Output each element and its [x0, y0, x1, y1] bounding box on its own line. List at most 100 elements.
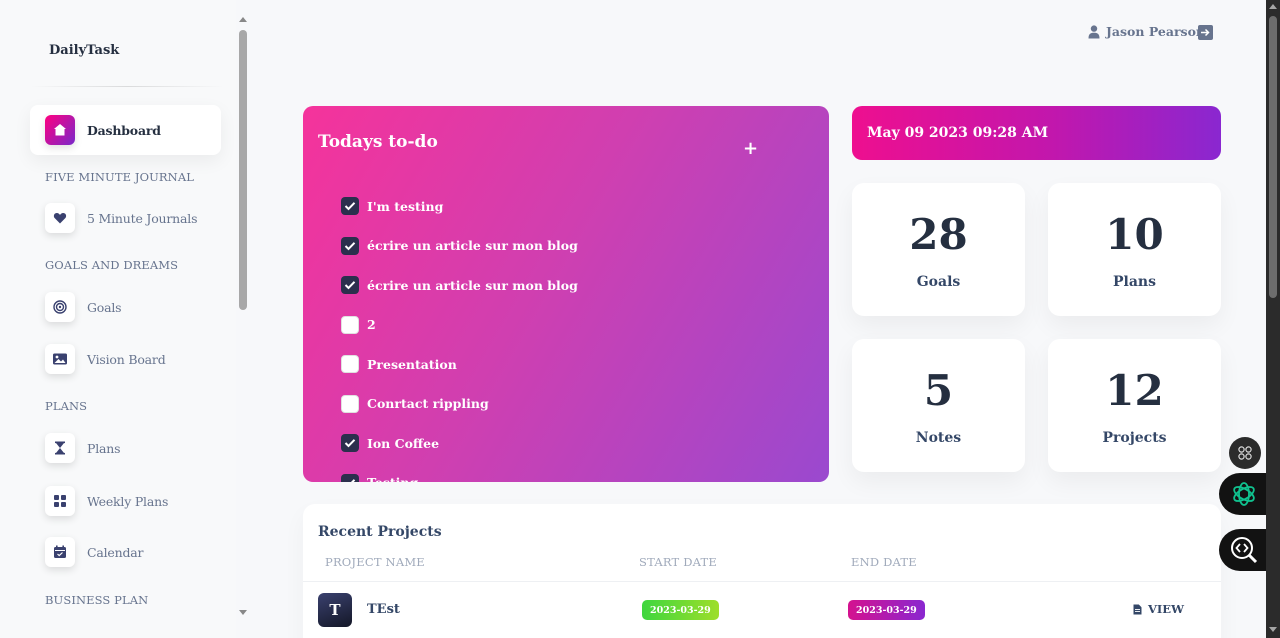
sidebar-item-calendar[interactable]: Calendar — [30, 527, 221, 577]
user-icon — [1088, 24, 1100, 38]
sidebar-item-label: 5 Minute Journals — [87, 210, 198, 226]
scroll-up-arrow-icon[interactable] — [1269, 4, 1277, 9]
sidebar: DailyTask Dashboard FIVE MINUTE JOURNAL … — [0, 0, 236, 638]
sidebar-item-label: Weekly Plans — [87, 493, 169, 509]
recent-projects-title: Recent Projects — [318, 524, 442, 540]
sidebar-item-label: Calendar — [87, 544, 144, 560]
start-date-badge: 2023-03-29 — [642, 600, 719, 620]
sidebar-item-dashboard[interactable]: Dashboard — [30, 105, 221, 155]
section-title: BUSINESS PLAN — [45, 593, 149, 607]
stat-card-projects[interactable]: 12 Projects — [1048, 339, 1221, 472]
todo-text: Testing — [367, 475, 418, 482]
todo-text: 2 — [367, 317, 376, 332]
stat-label: Goals — [916, 274, 961, 290]
calendar-icon — [45, 537, 75, 567]
todo-checkbox[interactable] — [341, 434, 359, 452]
todo-item[interactable]: Presentation — [341, 354, 457, 374]
todo-text: écrire un article sur mon blog — [367, 238, 578, 253]
divider — [303, 581, 1221, 582]
stat-value: 10 — [1105, 210, 1164, 259]
home-icon — [45, 115, 75, 145]
document-icon — [1133, 604, 1142, 614]
stat-label: Projects — [1102, 430, 1167, 446]
todo-checkbox[interactable] — [341, 394, 359, 413]
sidebar-item-label: Dashboard — [87, 122, 161, 138]
todo-item[interactable]: Ion Coffee — [341, 433, 439, 453]
todo-text: Presentation — [367, 356, 457, 372]
todo-text: écrire un article sur mon blog — [367, 277, 578, 293]
apps-icon — [1238, 446, 1252, 460]
scroll-down-arrow-icon[interactable] — [1269, 627, 1277, 632]
todo-item[interactable]: Conrtact rippling — [341, 394, 489, 414]
todo-item[interactable]: I'm testing — [341, 196, 443, 216]
scrollbar-thumb[interactable] — [1269, 16, 1277, 298]
user-menu[interactable]: Jason Pearson — [1088, 24, 1205, 39]
view-label: VIEW — [1148, 602, 1184, 616]
user-name: Jason Pearson — [1106, 24, 1205, 39]
view-project-button[interactable]: VIEW — [1133, 602, 1184, 616]
sidebar-scrollbar[interactable] — [236, 12, 250, 622]
chatgpt-widget-button[interactable] — [1219, 473, 1269, 515]
stat-label: Notes — [915, 430, 962, 446]
sidebar-item-label: Vision Board — [87, 351, 166, 367]
sidebar-item-label: Goals — [87, 299, 122, 315]
sidebar-item-goals[interactable]: Goals — [30, 282, 221, 332]
target-icon — [45, 292, 75, 322]
todo-text: I'm testing — [367, 198, 444, 214]
code-search-icon — [1231, 537, 1258, 564]
grid-icon — [45, 486, 75, 516]
column-header-end-date: END DATE — [851, 555, 917, 569]
todo-checkbox[interactable] — [341, 197, 359, 215]
datetime-card: May 09 2023 09:28 AM — [852, 106, 1221, 160]
todo-card: Todays to-do + I'm testing écrire un arti… — [303, 106, 829, 482]
column-header-project-name: PROJECT NAME — [325, 555, 425, 569]
stat-card-plans[interactable]: 10 Plans — [1048, 183, 1221, 316]
stat-card-notes[interactable]: 5 Notes — [852, 339, 1025, 472]
section-title: GOALS AND DREAMS — [45, 258, 179, 272]
logout-icon[interactable] — [1198, 25, 1213, 40]
todo-item[interactable]: 2 — [341, 315, 376, 335]
todo-checkbox[interactable] — [341, 276, 359, 294]
current-datetime: May 09 2023 09:28 AM — [867, 125, 1049, 141]
todo-item[interactable]: Testing — [341, 473, 418, 482]
stat-value: 12 — [1105, 366, 1164, 415]
scroll-up-arrow-icon[interactable] — [239, 17, 247, 22]
sidebar-item-label: Plans — [87, 440, 121, 456]
section-title: PLANS — [45, 399, 88, 413]
todo-item[interactable]: écrire un article sur mon blog — [341, 275, 578, 295]
add-todo-button[interactable]: + — [743, 138, 758, 159]
sidebar-item-plans[interactable]: Plans — [30, 423, 221, 473]
sidebar-item-weekly-plans[interactable]: Weekly Plans — [30, 476, 221, 526]
heart-icon — [45, 203, 75, 233]
project-avatar: T — [318, 593, 352, 627]
stat-label: Plans — [1113, 274, 1156, 290]
sidebar-item-vision-board[interactable]: Vision Board — [30, 334, 221, 384]
image-icon — [45, 344, 75, 374]
end-date-badge: 2023-03-29 — [848, 600, 925, 620]
todo-checkbox[interactable] — [341, 315, 359, 334]
code-search-widget-button[interactable] — [1219, 529, 1269, 571]
column-header-start-date: START DATE — [639, 555, 717, 569]
todo-text: Ion Coffee — [367, 435, 440, 451]
page-scrollbar[interactable] — [1266, 0, 1280, 638]
todo-checkbox[interactable] — [341, 473, 359, 482]
todo-text: Conrtact rippling — [367, 396, 489, 411]
sidebar-item-5-minute-journals[interactable]: 5 Minute Journals — [30, 193, 221, 243]
stat-value: 28 — [909, 210, 968, 259]
stat-value: 5 — [923, 366, 954, 415]
todo-item[interactable]: écrire un article sur mon blog — [341, 236, 578, 256]
scrollbar-thumb[interactable] — [239, 30, 247, 310]
apps-widget-button[interactable] — [1229, 437, 1261, 469]
recent-projects-card: Recent Projects PROJECT NAME START DATE … — [303, 504, 1221, 638]
section-title: FIVE MINUTE JOURNAL — [45, 170, 194, 184]
openai-icon — [1233, 482, 1255, 506]
todo-title: Todays to-do — [318, 132, 438, 152]
divider — [30, 86, 224, 87]
brand-logo[interactable]: DailyTask — [49, 43, 119, 58]
stat-card-goals[interactable]: 28 Goals — [852, 183, 1025, 316]
todo-checkbox[interactable] — [341, 236, 359, 255]
project-name: TEst — [367, 602, 400, 617]
scroll-down-arrow-icon[interactable] — [239, 610, 247, 615]
hourglass-icon — [45, 433, 75, 463]
todo-checkbox[interactable] — [341, 355, 359, 373]
